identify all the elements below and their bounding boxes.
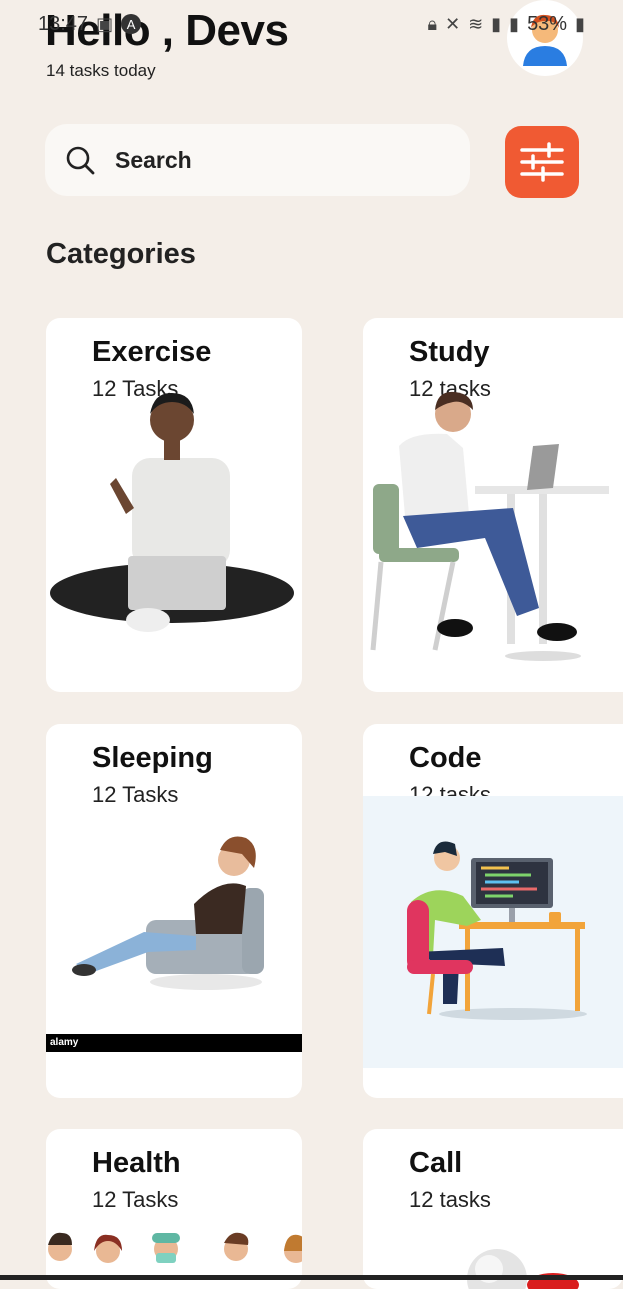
- home-indicator[interactable]: [0, 1275, 623, 1280]
- health-illustration: [48, 1232, 302, 1263]
- search-icon: [66, 146, 95, 175]
- category-card-code[interactable]: Code 12 tasks: [363, 724, 623, 1098]
- search-bar[interactable]: [45, 124, 470, 196]
- search-input[interactable]: [113, 145, 417, 175]
- category-name: Sleeping: [92, 742, 213, 774]
- exercise-illustration: [50, 392, 294, 632]
- category-task-count: 12 Tasks: [92, 1187, 179, 1212]
- call-illustration: [467, 1249, 579, 1289]
- category-name: Health: [92, 1147, 181, 1179]
- category-card-health[interactable]: Health 12 Tasks: [46, 1129, 302, 1289]
- signal-icon: ▮: [491, 13, 502, 34]
- category-card-sleeping[interactable]: Sleeping 12 Tasks alamy: [46, 724, 302, 1098]
- code-illustration: [363, 796, 623, 1068]
- category-name: Call: [409, 1147, 463, 1179]
- wifi-icon: ≋: [468, 13, 484, 34]
- category-task-count: 12 Tasks: [92, 782, 179, 807]
- filter-button[interactable]: [505, 126, 579, 198]
- user-avatar-icon: [523, 14, 567, 66]
- greeting-title: Hello , Devs: [45, 6, 289, 55]
- sleeping-illustration: [72, 836, 264, 990]
- categories-title: Categories: [46, 238, 196, 270]
- tasks-today-subtitle: 14 tasks today: [46, 61, 156, 80]
- category-card-study[interactable]: Study 12 tasks: [363, 318, 623, 692]
- category-name: Code: [409, 742, 482, 774]
- category-card-exercise[interactable]: Exercise 12 Tasks: [46, 318, 302, 692]
- category-task-count: 12 tasks: [409, 1187, 491, 1212]
- category-name: Study: [409, 336, 490, 368]
- lock-icon: 🔒︎: [427, 13, 438, 34]
- profile-avatar[interactable]: [507, 0, 583, 76]
- watermark-bar: alamy: [46, 1034, 302, 1052]
- category-card-call[interactable]: Call 12 tasks: [363, 1129, 623, 1289]
- study-illustration: [370, 391, 609, 661]
- mute-icon: ✕: [445, 13, 461, 34]
- sliders-icon: [520, 142, 564, 182]
- category-name: Exercise: [92, 336, 212, 368]
